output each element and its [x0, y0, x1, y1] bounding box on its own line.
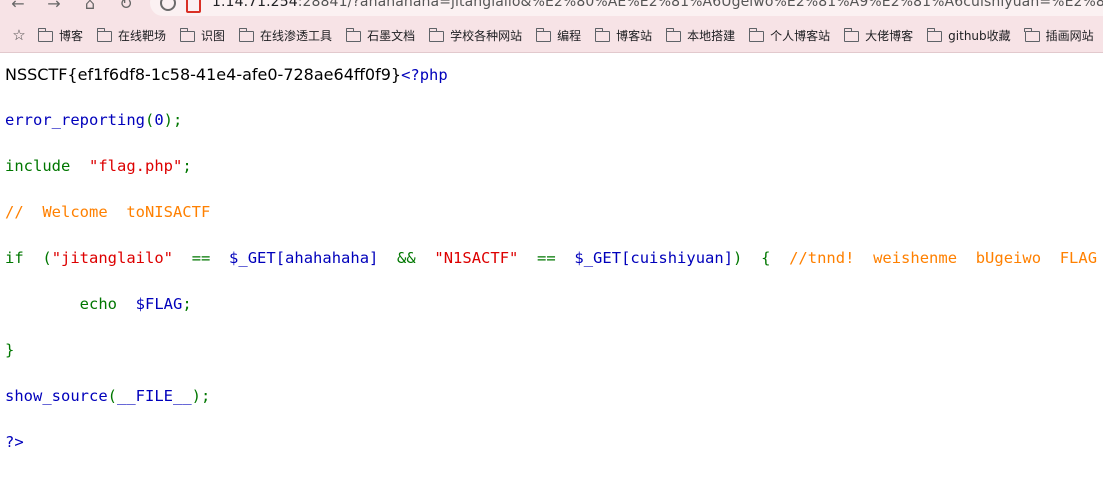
code-token: ;: [182, 157, 192, 175]
code-line-7: show_source(__FILE__);: [5, 385, 1103, 408]
bookmark-label: 本地搭建: [687, 28, 736, 43]
code-token: "jitanglailo": [51, 249, 174, 267]
page-content: NSSCTF{ef1f6df8-1c58-41e4-afe0-728ae64ff…: [5, 63, 1103, 500]
folder-icon: [748, 27, 765, 42]
bookmark-label: github收藏: [948, 28, 1011, 43]
folder-icon: [345, 27, 362, 42]
bookmark-folder-11[interactable]: github收藏: [921, 22, 1017, 48]
code-token: "flag.php": [89, 157, 183, 175]
code-token: echo: [79, 295, 117, 313]
bookmark-label: 博客: [59, 28, 84, 43]
folder-icon: [594, 27, 611, 42]
bookmark-folder-1[interactable]: 在线靶场: [91, 22, 172, 48]
code-token: ==: [191, 249, 211, 267]
code-token: }: [5, 341, 15, 359]
code-line-4: if ("jitanglailo" == $_GET[ahahahaha] &&…: [5, 247, 1103, 270]
bookmark-folder-7[interactable]: 博客站: [589, 22, 658, 48]
bookmark-label: 在线靶场: [118, 28, 167, 43]
folder-icon: [37, 27, 53, 42]
flag-text: NSSCTF{ef1f6df8-1c58-41e4-afe0-728ae64ff…: [5, 65, 402, 84]
code-line-1: error_reporting(0);: [5, 109, 1103, 132]
forward-icon[interactable]: →: [44, 0, 64, 14]
code-token: error_reporting: [5, 111, 145, 129]
code-token: (: [107, 387, 117, 405]
bookmark-folder-10[interactable]: 大佬博客: [838, 22, 919, 48]
folder-icon: [535, 27, 552, 42]
flag-line: NSSCTF{ef1f6df8-1c58-41e4-afe0-728ae64ff…: [5, 63, 1103, 86]
bookmarks-bar: ☆ 博客 在线靶场 识图 在线渗透工具 石墨文档 学校各种网站 编程 博客站 本地搭建 个人博客站…: [0, 18, 1103, 53]
code-comment: //tnnd! weishenme b: [789, 249, 986, 267]
code-token: );: [191, 387, 211, 405]
code-token: &&: [397, 249, 416, 267]
bookmark-folder-3[interactable]: 在线渗透工具: [233, 22, 338, 48]
bookmark-folder-9[interactable]: 个人博客站: [743, 22, 836, 48]
bookmark-folder-4[interactable]: 石墨文档: [340, 22, 421, 48]
code-line-2: include "flag.php";: [5, 155, 1103, 178]
bookmark-label: 大佬博客: [865, 28, 914, 43]
code-token: ==: [537, 249, 556, 267]
code-token: (: [42, 249, 52, 267]
folder-icon: [428, 27, 445, 42]
bookmark-folder-12[interactable]: 插画网站: [1019, 22, 1100, 48]
back-icon[interactable]: ←: [8, 0, 28, 14]
bookmark-label: 石墨文档: [367, 28, 416, 43]
bookmark-folder-0[interactable]: 博客: [32, 22, 89, 48]
code-token: );: [163, 111, 183, 129]
code-token: [ahahahaha]: [275, 249, 379, 267]
bookmark-folder-5[interactable]: 学校各种网站: [423, 22, 528, 48]
folder-icon: [665, 27, 682, 42]
bookmark-star-icon[interactable]: ☆: [0, 26, 32, 44]
bookmark-label: 博客站: [616, 28, 653, 43]
code-token: show_source: [5, 387, 108, 405]
folder-icon: [238, 27, 255, 42]
source-code: error_reporting(0); include "flag.php"; …: [5, 86, 1103, 500]
bookmarks-row: ☆ 博客 在线靶场 识图 在线渗透工具 石墨文档 学校各种网站 编程 博客站 本地搭建 个人博客站…: [0, 18, 1103, 52]
url-host: 1.14.71.254: [212, 0, 298, 10]
php-close-tag: ?>: [5, 433, 24, 451]
code-comment: FLAG: [1041, 249, 1098, 267]
bookmark-folder-2[interactable]: 识图: [174, 22, 231, 48]
bookmark-label: 学校各种网站: [450, 28, 523, 43]
php-open-tag: <?php: [401, 66, 448, 84]
home-icon[interactable]: ⌂: [80, 0, 100, 14]
insecure-lock-icon[interactable]: [186, 0, 201, 13]
folder-icon: [179, 27, 196, 42]
code-token: $_GET: [229, 249, 276, 267]
folder-icon: [843, 27, 860, 42]
code-token: [cuishiyuan]: [621, 249, 734, 267]
code-token: {: [761, 249, 771, 267]
refresh-icon[interactable]: ↻: [116, 0, 136, 14]
code-line-8: ?>: [5, 431, 1103, 454]
bookmark-folder-6[interactable]: 编程: [530, 22, 587, 48]
url-path: :28841/?ahahahaha=jitanglailo&%E2%80%AE%…: [297, 0, 1103, 10]
address-bar-area: ← → ⌂ ↻ 1.14.71.254:28841/?ahahahaha=jit…: [0, 0, 1103, 18]
bookmark-label: 插画网站: [1045, 28, 1094, 43]
code-token: $FLAG: [135, 295, 183, 313]
code-token: __FILE__: [117, 387, 192, 405]
code-token: ;: [182, 295, 192, 313]
bookmark-label: 个人博客站: [770, 28, 831, 43]
code-line-3: // Welcome toNISACTF: [5, 201, 1103, 224]
code-line-5: echo $FLAG;: [5, 293, 1103, 316]
code-token: 0: [154, 111, 164, 129]
bookmark-label: 识图: [201, 28, 226, 43]
bookmark-folder-8[interactable]: 本地搭建: [660, 22, 741, 48]
bookmark-label: 编程: [557, 28, 582, 43]
folder-icon: [1024, 27, 1040, 42]
code-comment: Ugeiwo: [985, 249, 1042, 267]
folder-icon: [926, 27, 943, 42]
folder-icon: [96, 27, 113, 42]
url-text[interactable]: 1.14.71.254:28841/?ahahahaha=jitanglailo…: [212, 0, 1103, 12]
code-token: $_GET: [574, 249, 622, 267]
bookmark-label: 在线渗透工具: [260, 28, 333, 43]
code-token: ): [733, 249, 743, 267]
code-token: include: [5, 157, 71, 175]
code-comment: // Welcome toNISACTF: [5, 203, 211, 221]
code-line-6: }: [5, 339, 1103, 362]
code-token: if: [5, 249, 24, 267]
code-token: "N1SACTF": [434, 249, 519, 267]
code-token: (: [144, 111, 155, 129]
